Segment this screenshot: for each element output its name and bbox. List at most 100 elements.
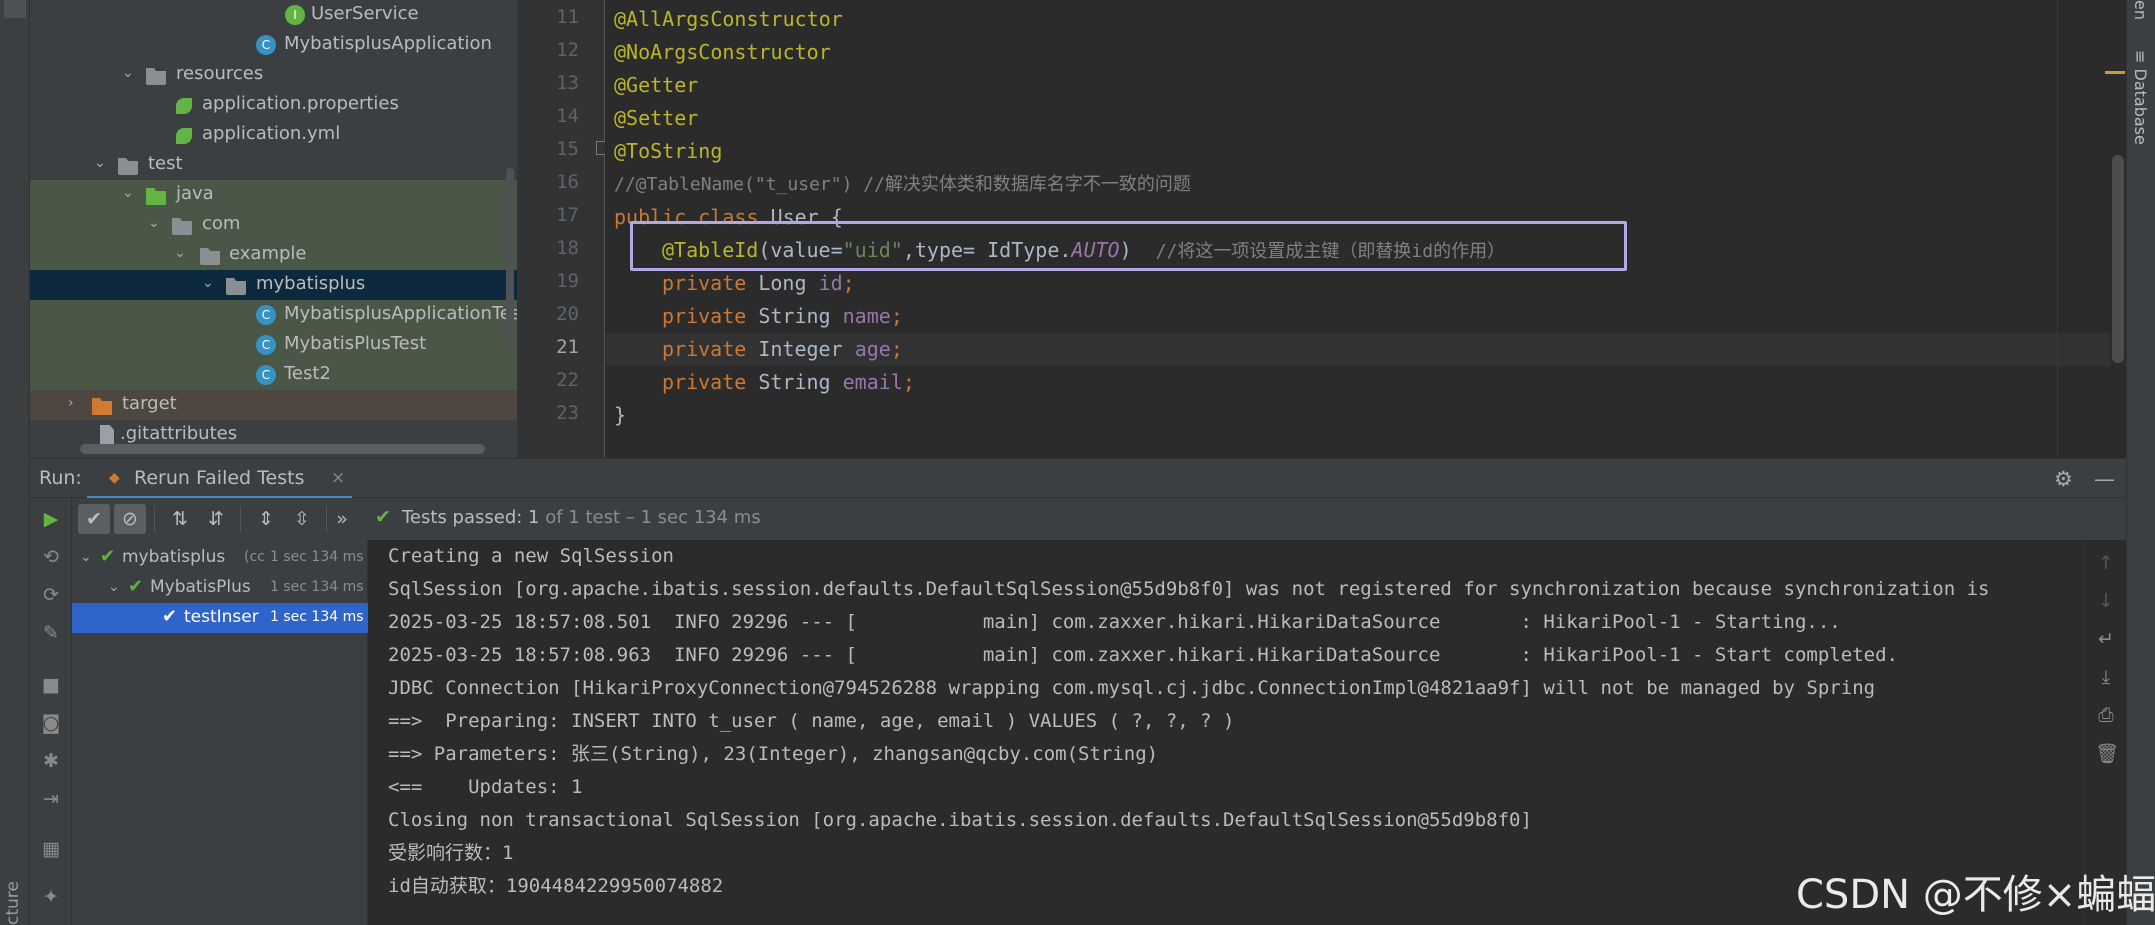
wrench-icon[interactable]: ✎ bbox=[40, 622, 62, 644]
chevron-down-icon[interactable]: ⌄ bbox=[122, 65, 136, 83]
pass-check-icon: ✔ bbox=[100, 546, 116, 567]
tree-item-mybatisplus[interactable]: ⌄ mybatisplus bbox=[30, 270, 517, 300]
tree-item-example[interactable]: ⌄ example bbox=[30, 240, 517, 270]
debug-icon[interactable]: ⟲ bbox=[40, 546, 62, 568]
code-line-20: private String name; bbox=[662, 304, 903, 328]
run-icon[interactable]: ▶ bbox=[40, 508, 62, 530]
chevron-down-icon[interactable]: ⌄ bbox=[108, 579, 120, 595]
code-line-23: } bbox=[614, 403, 627, 427]
interface-icon: I bbox=[285, 5, 305, 25]
test-folder-icon bbox=[146, 188, 166, 205]
structure-tool-tab[interactable]: cture bbox=[3, 881, 23, 925]
tree-item-com[interactable]: ⌄ com bbox=[30, 210, 517, 240]
package-icon bbox=[226, 278, 246, 295]
console-line: <== Updates: 1 bbox=[388, 776, 583, 798]
left-tool-strip: cture bbox=[0, 0, 30, 925]
show-ignored-toggle[interactable]: ⊘ bbox=[114, 504, 146, 534]
tree-item-resources[interactable]: ⌄ resources bbox=[30, 60, 517, 90]
line-number: 15 bbox=[556, 138, 579, 160]
pin-icon[interactable]: ✦ bbox=[40, 886, 62, 908]
pass-check-icon: ✔ bbox=[128, 576, 144, 597]
tree-item-java[interactable]: ⌄ java bbox=[30, 180, 517, 210]
test-node-mybatisplustest[interactable]: ⌄ ✔ MybatisPlus 1 sec 134 ms bbox=[72, 573, 368, 603]
test-class-icon: C bbox=[256, 305, 276, 325]
stop-icon[interactable]: ■ bbox=[40, 674, 62, 696]
tree-vertical-scrollbar[interactable] bbox=[506, 168, 514, 348]
sort-alphabetically-icon[interactable]: ⇅ bbox=[164, 504, 196, 534]
arrow-up-icon[interactable]: ↑ bbox=[2095, 552, 2117, 574]
tree-item-mybatisplustest[interactable]: C MybatisPlusTest bbox=[30, 330, 517, 360]
test-class-icon: C bbox=[256, 365, 276, 385]
code-line-16: //@TableName("t_user") //解决实体类和数据库名字不一致的… bbox=[614, 174, 1191, 195]
tree-item-application-yml[interactable]: application.yml bbox=[30, 120, 517, 150]
minimize-icon[interactable]: — bbox=[2094, 467, 2115, 491]
exit-icon[interactable]: ⇥ bbox=[40, 788, 62, 810]
print-icon[interactable]: ⎙ bbox=[2095, 704, 2117, 726]
camera-icon[interactable]: ◙ bbox=[40, 712, 62, 734]
line-number: 19 bbox=[556, 270, 579, 292]
spring-class-icon: C bbox=[256, 35, 276, 55]
pass-check-icon: ✔ bbox=[162, 606, 178, 627]
sort-by-duration-icon[interactable]: ⇵ bbox=[200, 504, 232, 534]
line-number-current: 21 bbox=[556, 336, 579, 358]
tab-rerun-failed-tests[interactable]: ◆ Rerun Failed Tests × bbox=[87, 459, 352, 499]
rerun-failed-icon[interactable]: ⟳ bbox=[40, 584, 62, 606]
toolbar-divider bbox=[240, 506, 241, 532]
toolbar-divider bbox=[154, 506, 155, 532]
line-number: 14 bbox=[556, 105, 579, 127]
code-line-15: @ToString bbox=[614, 139, 723, 163]
annotation-highlight-box bbox=[630, 221, 1627, 271]
tree-item-target[interactable]: › target bbox=[30, 390, 517, 420]
chevron-down-icon[interactable]: ⌄ bbox=[94, 155, 108, 173]
chevron-down-icon[interactable]: ⌄ bbox=[202, 275, 216, 293]
resources-folder-icon bbox=[146, 68, 166, 85]
show-passed-toggle[interactable]: ✔ bbox=[78, 504, 110, 534]
close-icon[interactable]: × bbox=[331, 468, 345, 488]
more-actions-icon[interactable]: » bbox=[332, 504, 352, 534]
chevron-down-icon[interactable]: ⌄ bbox=[80, 549, 92, 565]
code-line-12: @NoArgsConstructor bbox=[614, 40, 831, 64]
tree-horizontal-scrollbar[interactable] bbox=[80, 444, 485, 454]
console-line: Creating a new SqlSession bbox=[388, 545, 674, 567]
code-line-21: private Integer age; bbox=[662, 337, 903, 361]
editor-vertical-scrollbar[interactable] bbox=[2112, 155, 2124, 363]
test-status-text: Tests passed: 1 of 1 test – 1 sec 134 ms bbox=[402, 507, 761, 528]
expand-all-icon[interactable]: ⇕ bbox=[250, 504, 282, 534]
console-line: id自动获取：1904484229950074882 bbox=[388, 875, 724, 897]
console-line: ==> Parameters: 张三(String), 23(Integer),… bbox=[388, 743, 1159, 765]
console-line: 受影响行数：1 bbox=[388, 842, 514, 864]
notifications-tool-tab[interactable]: en bbox=[2131, 0, 2150, 20]
spring-config-icon bbox=[176, 128, 192, 144]
project-tool-tab[interactable] bbox=[4, 0, 26, 18]
run-label: Run: bbox=[39, 467, 82, 489]
tree-item-userservice[interactable]: I UserService bbox=[30, 0, 517, 30]
test-node-testinsert[interactable]: ✔ testInser 1 sec 134 ms bbox=[72, 603, 368, 633]
arrow-down-icon[interactable]: ↓ bbox=[2095, 590, 2117, 612]
line-number: 20 bbox=[556, 303, 579, 325]
chevron-down-icon[interactable]: ⌄ bbox=[122, 185, 136, 203]
project-tree-panel: I UserService C MybatisplusApplication ⌄… bbox=[30, 0, 517, 458]
tree-item-test[interactable]: ⌄ test bbox=[30, 150, 517, 180]
tree-item-mybatisplusapplicationtests[interactable]: C MybatisplusApplicationTes bbox=[30, 300, 517, 330]
package-icon bbox=[172, 218, 192, 235]
line-number: 12 bbox=[556, 39, 579, 61]
collapse-all-icon[interactable]: ⇳ bbox=[286, 504, 318, 534]
database-tool-tab[interactable]: ≡ Database bbox=[2131, 50, 2150, 145]
chevron-down-icon[interactable]: ⌄ bbox=[148, 215, 162, 233]
warning-stripe-marker[interactable] bbox=[2105, 71, 2125, 74]
toolbar-divider bbox=[326, 506, 327, 532]
bug-icon[interactable]: ✱ bbox=[40, 750, 62, 772]
test-node-mybatisplus[interactable]: ⌄ ✔ mybatisplus (cc 1 sec 134 ms bbox=[72, 543, 368, 573]
gear-icon[interactable]: ⚙ bbox=[2054, 467, 2073, 491]
layout-icon[interactable]: ▦ bbox=[40, 838, 62, 860]
tree-item-test2[interactable]: C Test2 bbox=[30, 360, 517, 390]
tree-item-application-properties[interactable]: application.properties bbox=[30, 90, 517, 120]
chevron-down-icon[interactable]: ⌄ bbox=[174, 245, 188, 263]
chevron-right-icon[interactable]: › bbox=[68, 395, 82, 413]
trash-icon[interactable]: 🗑 bbox=[2095, 742, 2119, 765]
tree-item-mybatisplusapplication[interactable]: C MybatisplusApplication bbox=[30, 30, 517, 60]
code-line-13: @Getter bbox=[614, 73, 699, 97]
scroll-to-end-icon[interactable]: ⤓ bbox=[2095, 666, 2117, 688]
excluded-folder-icon bbox=[92, 398, 112, 415]
soft-wrap-icon[interactable]: ↵ bbox=[2095, 628, 2117, 650]
